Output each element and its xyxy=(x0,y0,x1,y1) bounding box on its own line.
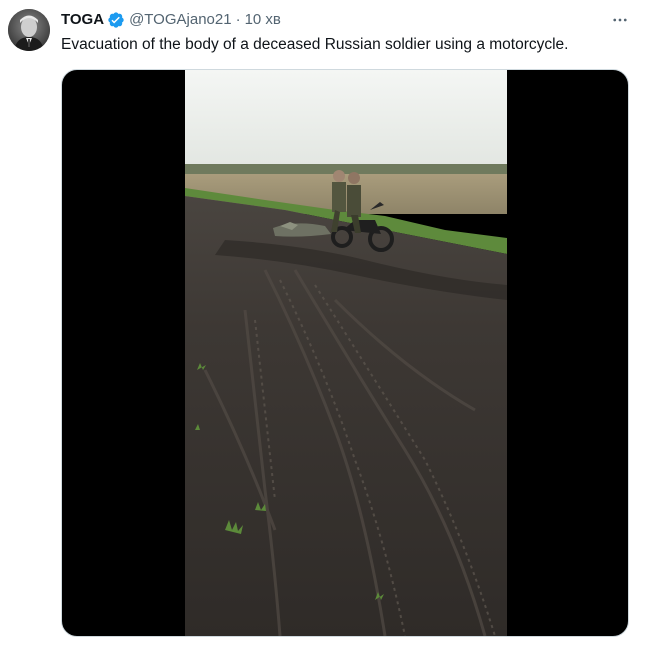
separator-dot: · xyxy=(235,11,241,28)
display-name[interactable]: TOGA xyxy=(61,10,104,30)
user-avatar-icon xyxy=(8,9,50,51)
video-frame-field-road-motorcycle xyxy=(185,70,507,636)
more-dots-icon[interactable] xyxy=(608,10,632,30)
tweet-media-video[interactable] xyxy=(61,69,629,637)
tweet-header: TOGA @TOGAjano21 · 10 хв xyxy=(61,10,281,30)
tweet-text: Evacuation of the body of a deceased Rus… xyxy=(61,36,569,53)
video-frame xyxy=(185,70,507,636)
avatar[interactable] xyxy=(8,9,50,51)
verified-badge-icon xyxy=(107,11,125,29)
tweet[interactable]: TOGA @TOGAjano21 · 10 хв Evacuation of t… xyxy=(0,0,646,645)
user-handle[interactable]: @TOGAjano21 xyxy=(129,10,232,30)
tweet-timestamp[interactable]: 10 хв xyxy=(245,10,281,30)
